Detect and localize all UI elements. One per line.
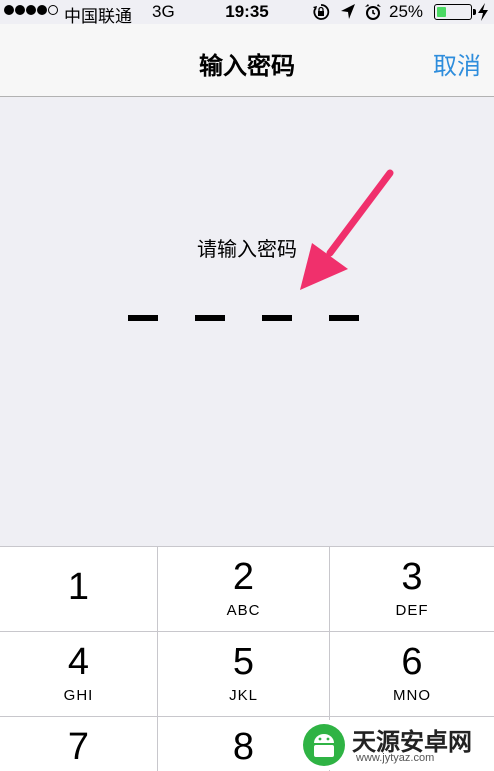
- android-logo-icon: [303, 724, 345, 766]
- passcode-prompt: 请输入密码: [197, 237, 297, 261]
- page-title: 输入密码: [199, 52, 295, 80]
- cancel-button[interactable]: 取消: [433, 46, 481, 81]
- passcode-digit-slot: [195, 315, 225, 321]
- key-letters: DEF: [395, 602, 429, 619]
- key-2[interactable]: 2 ABC: [158, 547, 330, 632]
- battery-icon: [434, 4, 476, 20]
- navigation-bar: 输入密码 取消: [0, 24, 494, 97]
- key-3[interactable]: 3 DEF: [330, 547, 494, 632]
- rotation-lock-icon: [313, 4, 330, 20]
- key-1[interactable]: 1: [0, 547, 158, 632]
- key-letters: ABC: [226, 602, 261, 619]
- key-6[interactable]: 6 MNO: [330, 632, 494, 717]
- passcode-digit-slot: [262, 315, 292, 321]
- key-letters: MNO: [393, 687, 431, 704]
- charging-bolt-icon: [478, 3, 488, 21]
- key-letters: GHI: [63, 687, 94, 704]
- watermark-url: www.jytyaz.com: [356, 752, 435, 764]
- key-5[interactable]: 5 JKL: [158, 632, 330, 717]
- location-arrow-icon: [341, 4, 355, 19]
- status-bar: 中国联通 3G 19:35 25%: [0, 0, 494, 26]
- pink-arrow-annotation: [300, 169, 394, 290]
- key-digit: 2: [232, 556, 255, 598]
- passcode-digit-slot: [128, 315, 158, 321]
- key-digit: 3: [401, 556, 423, 598]
- key-digit: 6: [401, 641, 423, 683]
- key-digit: 1: [67, 566, 90, 608]
- key-4[interactable]: 4 GHI: [0, 632, 158, 717]
- battery-percent: 25%: [389, 2, 424, 21]
- key-digit: 7: [67, 726, 90, 768]
- key-7[interactable]: 7: [0, 717, 158, 771]
- alarm-clock-icon: [365, 4, 381, 20]
- passcode-field[interactable]: [0, 315, 494, 325]
- key-digit: 4: [67, 641, 90, 683]
- passcode-digit-slot: [329, 315, 359, 321]
- key-letters: JKL: [229, 687, 258, 704]
- key-digit: 5: [232, 641, 255, 683]
- site-watermark: 天源安卓网 www.jytyaz.com: [302, 720, 494, 770]
